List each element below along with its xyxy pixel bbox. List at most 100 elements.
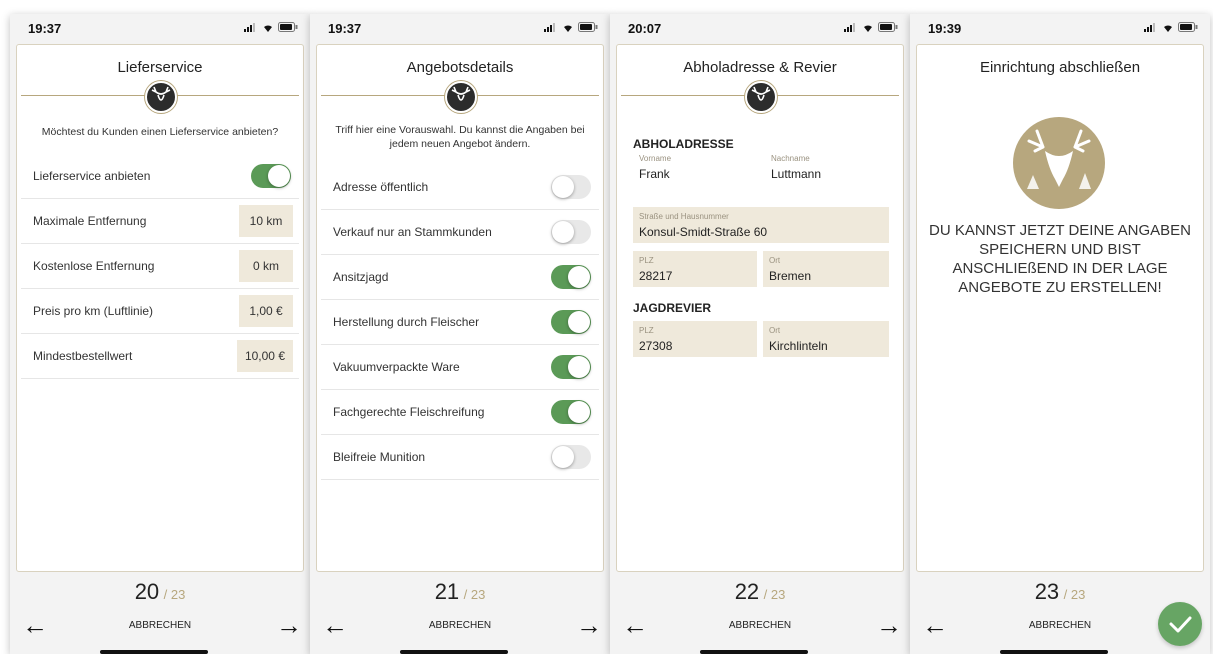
step-counter: 22 / 23 (610, 579, 910, 605)
last-name-field[interactable]: Nachname Luttmann (765, 149, 891, 187)
ansitzjagd-toggle[interactable] (551, 265, 591, 289)
stammkunden-toggle[interactable] (551, 220, 591, 244)
hunt-city-field[interactable]: Ort Kirchlinteln (763, 321, 889, 357)
row-label: Verkauf nur an Stammkunden (333, 225, 492, 239)
toggle-row-munition: Bleifreie Munition (321, 435, 599, 480)
max-distance-row: Maximale Entfernung 10 km (21, 199, 299, 244)
fleischreifung-toggle[interactable] (551, 400, 591, 424)
hunt-plz-field[interactable]: PLZ 27308 (633, 321, 757, 357)
delivery-toggle-row: Lieferservice anbieten (21, 154, 299, 199)
page-subtitle: Möchtest du Kunden einen Lieferservice a… (41, 126, 279, 138)
battery-icon (878, 22, 898, 32)
status-icons (1144, 22, 1198, 32)
toggle-row-fleischer: Herstellung durch Fleischer (321, 300, 599, 345)
street-field[interactable]: Straße und Hausnummer Konsul-Smidt-Straß… (633, 207, 889, 243)
min-order-input[interactable]: 10,00 € (236, 340, 293, 372)
step-current: 20 (134, 579, 160, 604)
toggle-row-fleischreifung: Fachgerechte Fleischreifung (321, 390, 599, 435)
row-label: Lieferservice anbieten (33, 169, 151, 183)
status-bar: 20:07 (610, 14, 910, 44)
row-label: Adresse öffentlich (333, 180, 429, 194)
price-per-km-row: Preis pro km (Luftlinie) 1,00 € (21, 289, 299, 334)
wifi-icon (864, 24, 872, 32)
step-counter: 21 / 23 (310, 579, 610, 605)
toggle-row-stammkunden: Verkauf nur an Stammkunden (321, 210, 599, 255)
bottom-nav: ← ABBRECHEN → (10, 612, 310, 648)
toggle-row-adresse: Adresse öffentlich (321, 165, 599, 210)
adresse-toggle[interactable] (551, 175, 591, 199)
content-card: Angebotsdetails Triff hier eine Vorauswa… (316, 44, 604, 572)
page-subtitle: Triff hier eine Vorauswahl. Du kannst di… (335, 124, 585, 150)
step-current: 23 (1034, 579, 1060, 604)
next-arrow-icon[interactable]: → (576, 612, 602, 638)
deer-logo-icon (745, 81, 777, 113)
vakuum-toggle[interactable] (551, 355, 591, 379)
section-hunting-heading: JAGDREVIER (633, 301, 712, 315)
battery-icon (1178, 22, 1198, 32)
page-title: Abholadresse & Revier (683, 59, 837, 76)
status-time: 19:39 (928, 21, 962, 36)
cancel-button[interactable]: ABBRECHEN (310, 620, 610, 631)
free-distance-row: Kostenlose Entfernung 0 km (21, 244, 299, 289)
row-label: Maximale Entfernung (33, 214, 147, 228)
toggle-row-vakuum: Vakuumverpackte Ware (321, 345, 599, 390)
wifi-icon (264, 24, 272, 32)
step-current: 22 (734, 579, 760, 604)
field-value: Luttmann (771, 167, 822, 181)
home-indicator (100, 650, 208, 654)
onboarding-screens: 19:37 Lieferservice Möchtest du Kunden e… (0, 0, 1213, 654)
bottom-nav: ← ABBRECHEN → (610, 612, 910, 648)
status-time: 20:07 (628, 21, 662, 36)
status-icons (844, 22, 898, 32)
step-total: / 23 (763, 587, 786, 602)
fleischer-toggle[interactable] (551, 310, 591, 334)
max-distance-input[interactable]: 10 km (239, 205, 293, 237)
status-bar: 19:37 (310, 14, 610, 44)
wifi-icon (1164, 24, 1172, 32)
next-arrow-icon[interactable]: → (276, 612, 302, 638)
munition-toggle[interactable] (551, 445, 591, 469)
page-title: Lieferservice (117, 59, 203, 76)
content-card: Einrichtung abschließen DU KANNST JETZT … (916, 44, 1204, 572)
city-field[interactable]: Ort Bremen (763, 251, 889, 287)
status-icons (244, 22, 298, 32)
field-value: Konsul-Smidt-Straße 60 (639, 225, 768, 239)
cancel-button[interactable]: ABBRECHEN (10, 620, 310, 631)
content-card: Abholadresse & Revier ABHOLADRESSE Vorna… (616, 44, 904, 572)
battery-icon (278, 22, 298, 32)
check-icon (1169, 616, 1192, 633)
signal-icon (1144, 22, 1155, 32)
confirm-button[interactable] (1158, 602, 1202, 646)
home-indicator (1000, 650, 1108, 654)
delivery-toggle[interactable] (251, 164, 291, 188)
plz-field[interactable]: PLZ 28217 (633, 251, 757, 287)
step-current: 21 (434, 579, 460, 604)
step-total: / 23 (463, 587, 486, 602)
field-label: PLZ (639, 256, 654, 265)
cancel-button[interactable]: ABBRECHEN (610, 620, 910, 631)
row-label: Bleifreie Munition (333, 450, 426, 464)
signal-icon (544, 22, 555, 32)
price-per-km-input[interactable]: 1,00 € (239, 295, 293, 327)
min-order-row: Mindestbestellwert 10,00 € (21, 334, 299, 379)
screen-angebotsdetails: 19:37 Angebotsdetails Triff hier eine Vo… (310, 14, 610, 654)
first-name-field[interactable]: Vorname Frank (633, 149, 753, 187)
toggle-row-ansitzjagd: Ansitzjagd (321, 255, 599, 300)
next-arrow-icon[interactable]: → (876, 612, 902, 638)
status-bar: 19:39 (910, 14, 1210, 44)
field-label: Ort (769, 326, 781, 335)
battery-icon (578, 22, 598, 32)
screen-lieferservice: 19:37 Lieferservice Möchtest du Kunden e… (10, 14, 310, 654)
status-icons (544, 22, 598, 32)
free-distance-input[interactable]: 0 km (239, 250, 293, 282)
bottom-nav: ← ABBRECHEN → (310, 612, 610, 648)
step-total: / 23 (1063, 587, 1086, 602)
deer-logo-icon (1013, 117, 1105, 209)
row-label: Ansitzjagd (333, 270, 389, 284)
row-label: Preis pro km (Luftlinie) (33, 304, 154, 318)
wifi-icon (564, 24, 572, 32)
screen-abholadresse: 20:07 Abholadresse & Revier ABHOLADRESSE… (610, 14, 910, 654)
field-label: Nachname (771, 154, 810, 163)
step-counter: 20 / 23 (10, 579, 310, 605)
row-label: Fachgerechte Fleischreifung (333, 405, 485, 419)
